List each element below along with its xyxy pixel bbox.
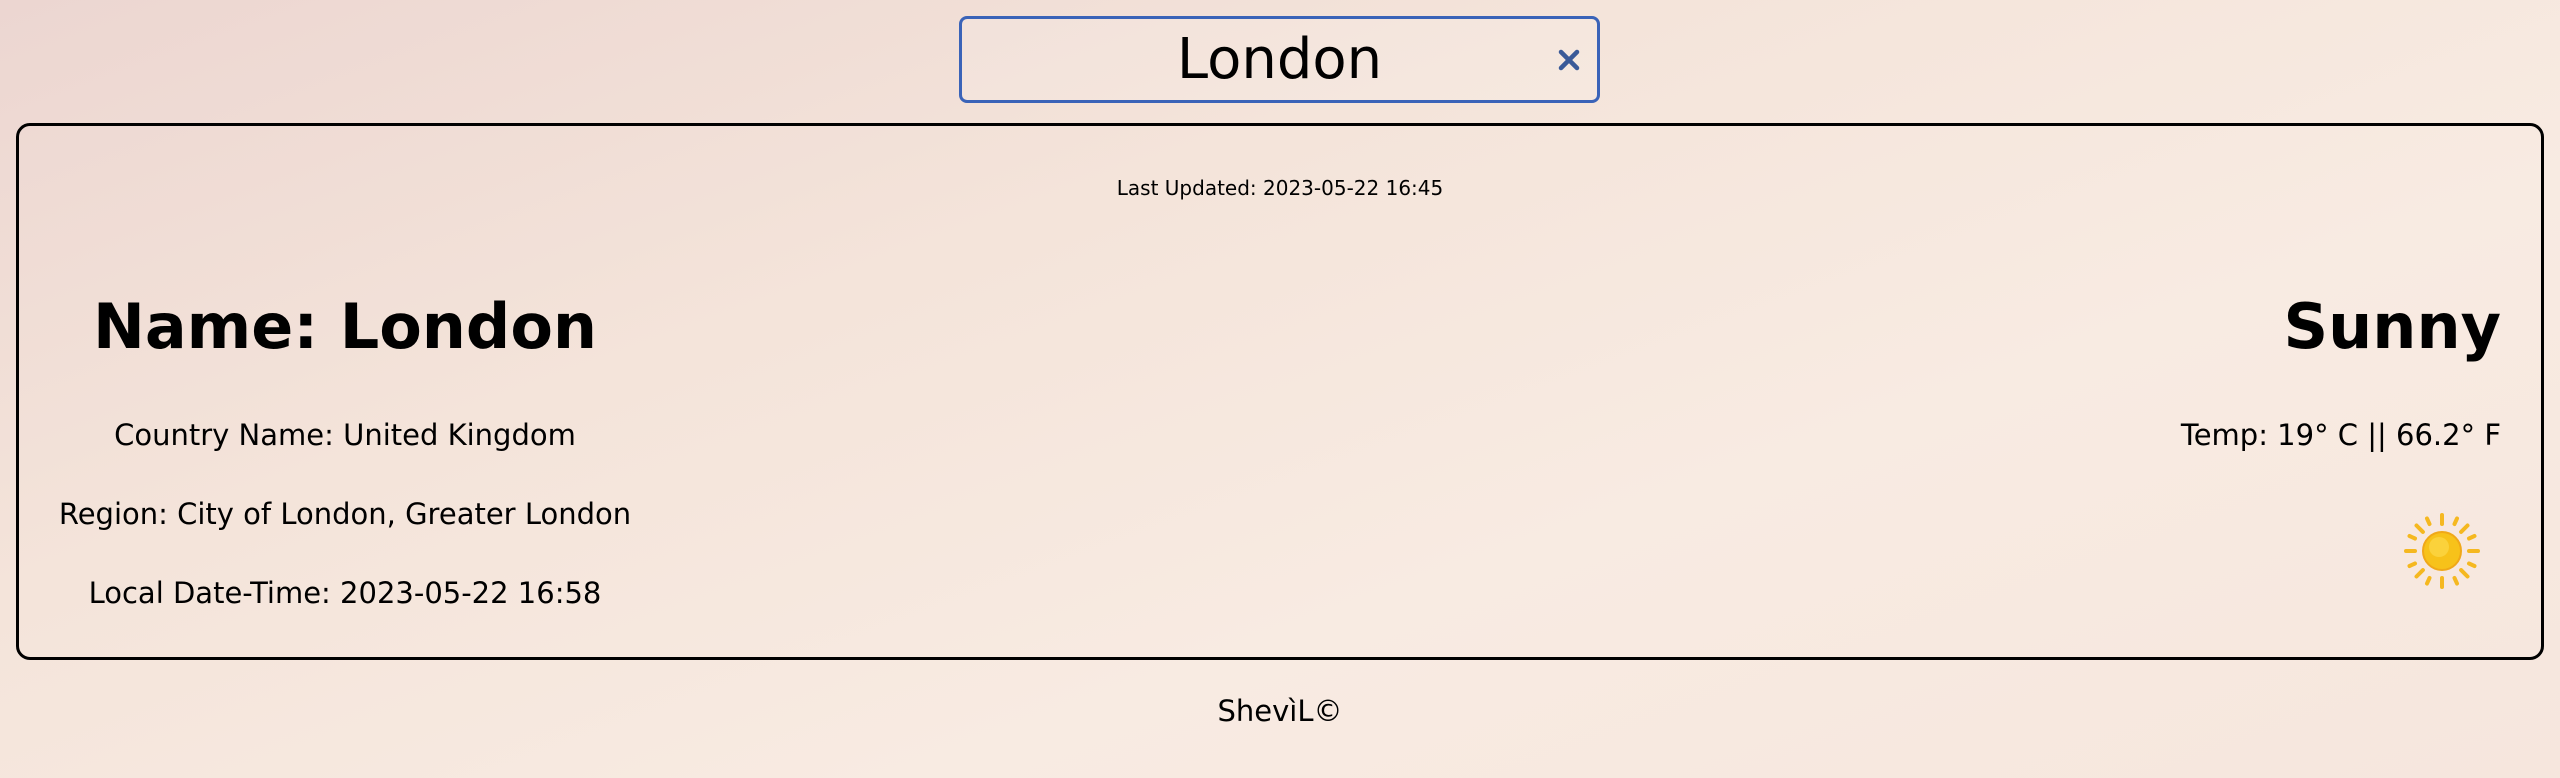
country-name: Country Name: United Kingdom bbox=[114, 418, 576, 452]
close-icon[interactable] bbox=[1551, 42, 1587, 78]
last-updated: Last Updated: 2023-05-22 16:45 bbox=[1116, 176, 1444, 200]
city-name: Name: London bbox=[92, 290, 598, 363]
local-date-time: Local Date-Time: 2023-05-22 16:58 bbox=[88, 576, 602, 610]
weather-card: Last Updated: 2023-05-22 16:45 Name: Lon… bbox=[16, 123, 2544, 660]
temperature: Temp: 19° C || 66.2° F bbox=[2180, 418, 2501, 452]
search-box[interactable] bbox=[959, 16, 1600, 103]
weather-condition: Sunny bbox=[2283, 290, 2501, 363]
region: Region: City of London, Greater London bbox=[58, 497, 632, 531]
location-info: Name: London Country Name: United Kingdo… bbox=[43, 290, 647, 611]
weather-info: Sunny Temp: 19° C || 66.2° F bbox=[2181, 296, 2501, 590]
footer-credit: ShevìL© bbox=[1217, 694, 1343, 728]
search-input[interactable] bbox=[962, 19, 1597, 100]
sun-icon bbox=[2404, 513, 2480, 589]
